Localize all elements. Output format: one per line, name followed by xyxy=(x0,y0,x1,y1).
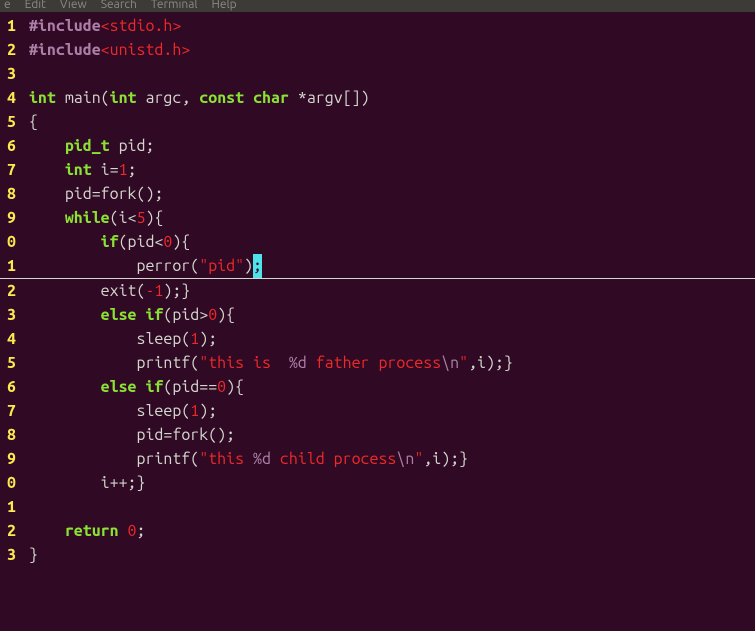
code-line: 4 sleep(1); xyxy=(0,327,755,351)
line-number: 2 xyxy=(0,279,20,303)
line-number: 5 xyxy=(0,351,20,375)
code-line: 6 else if(pid==0){ xyxy=(0,375,755,399)
line-number: 1 xyxy=(0,254,20,278)
code-line: 7 int i=1; xyxy=(0,158,755,182)
line-number: 2 xyxy=(0,38,20,62)
code-line: 9 while(i<5){ xyxy=(0,206,755,230)
code-line: 8 pid=fork(); xyxy=(0,423,755,447)
line-number: 1 xyxy=(0,14,20,38)
code-line: 3 else if(pid>0){ xyxy=(0,303,755,327)
line-number: 3 xyxy=(0,543,20,567)
code-line: 6 pid_t pid; xyxy=(0,134,755,158)
code-line: 0 i++;} xyxy=(0,471,755,495)
code-line: 8 pid=fork(); xyxy=(0,182,755,206)
code-line: 4 int main(int argc, const char *argv[]) xyxy=(0,86,755,110)
menu-file[interactable]: e xyxy=(4,0,11,10)
menu-help[interactable]: Help xyxy=(212,0,237,10)
line-number: 6 xyxy=(0,375,20,399)
code-line: 2 return 0; xyxy=(0,519,755,543)
menu-view[interactable]: View xyxy=(60,0,87,10)
line-number: 9 xyxy=(0,447,20,471)
code-line: 0 if(pid<0){ xyxy=(0,230,755,254)
line-number: 1 xyxy=(0,495,20,519)
code-line: 5 { xyxy=(0,110,755,134)
line-number: 6 xyxy=(0,134,20,158)
line-number: 0 xyxy=(0,230,20,254)
code-line: 3 xyxy=(0,62,755,86)
code-line: 9 printf("this %d child process\n",i);} xyxy=(0,447,755,471)
line-number: 8 xyxy=(0,182,20,206)
menu-edit[interactable]: Edit xyxy=(25,0,46,10)
line-number: 7 xyxy=(0,399,20,423)
cursor: ; xyxy=(253,254,262,278)
line-number: 7 xyxy=(0,158,20,182)
line-number: 8 xyxy=(0,423,20,447)
code-line: 1 #include<stdio.h> xyxy=(0,14,755,38)
code-line-current: 1 perror("pid"); xyxy=(0,254,755,279)
code-line: 2 #include<unistd.h> xyxy=(0,38,755,62)
menubar: e Edit View Search Terminal Help xyxy=(0,0,755,12)
line-number: 4 xyxy=(0,327,20,351)
code-editor[interactable]: 1 #include<stdio.h> 2 #include<unistd.h>… xyxy=(0,12,755,567)
line-number: 3 xyxy=(0,62,20,86)
line-number: 3 xyxy=(0,303,20,327)
line-number: 0 xyxy=(0,471,20,495)
code-line: 7 sleep(1); xyxy=(0,399,755,423)
menu-terminal[interactable]: Terminal xyxy=(151,0,198,10)
menu-search[interactable]: Search xyxy=(101,0,137,10)
line-number: 9 xyxy=(0,206,20,230)
line-number: 5 xyxy=(0,110,20,134)
code-line: 1 xyxy=(0,495,755,519)
code-line: 3 } xyxy=(0,543,755,567)
line-number: 2 xyxy=(0,519,20,543)
line-number: 4 xyxy=(0,86,20,110)
code-line: 5 printf("this is %d father process\n",i… xyxy=(0,351,755,375)
code-line: 2 exit(-1);} xyxy=(0,279,755,303)
